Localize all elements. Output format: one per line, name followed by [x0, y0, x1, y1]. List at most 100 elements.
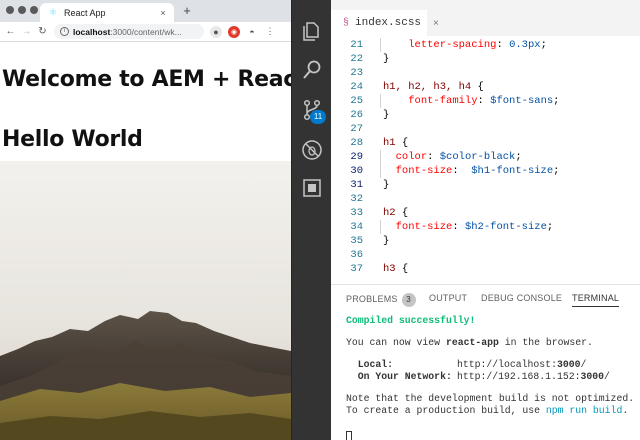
code-line[interactable]: 26}: [331, 108, 640, 122]
terminal-view-pre: You can now view: [346, 337, 446, 348]
code-line[interactable]: 31}: [331, 178, 640, 192]
editor-tab-index-scss[interactable]: § index.scss ×: [331, 10, 439, 36]
editor-tabbar: § index.scss ×: [331, 0, 640, 36]
line-number: 28: [350, 137, 363, 149]
indent-guide: [380, 220, 381, 234]
code-line[interactable]: 29 color: $color-black;: [331, 150, 640, 164]
network-url-port: 3000: [580, 371, 604, 382]
explorer-files-icon[interactable]: [300, 20, 324, 44]
line-number: 31: [350, 179, 363, 191]
line-number: 22: [350, 53, 363, 65]
browser-tab-react-app[interactable]: ⚛ React App ×: [40, 3, 174, 22]
local-url-post: /: [580, 359, 587, 370]
line-number: 34: [350, 221, 363, 233]
browser-window: ⚛ React App × + ← → ↻ i localhost :3000/…: [0, 0, 291, 440]
code-line[interactable]: 32: [331, 192, 640, 206]
panel-tab-terminal[interactable]: TERMINAL: [572, 293, 620, 307]
line-text: font-size: $h1-font-size;: [395, 165, 560, 177]
line-number: 21: [350, 39, 363, 51]
code-line[interactable]: 34 font-size: $h2-font-size;: [331, 220, 640, 234]
window-close-button[interactable]: [6, 6, 14, 14]
reload-icon[interactable]: ↻: [36, 25, 49, 39]
react-favicon-icon: ⚛: [48, 7, 58, 17]
url-host: localhost: [73, 26, 111, 37]
line-number: 24: [350, 81, 363, 93]
code-line[interactable]: 30 font-size: $h1-font-size;: [331, 164, 640, 178]
line-text: h1 {: [383, 137, 409, 149]
panel-tab-output[interactable]: OUTPUT: [429, 293, 467, 303]
terminal-network-url[interactable]: http://192.168.1.152:3000/: [457, 371, 610, 383]
indent-guide: [380, 164, 381, 178]
network-url-post: /: [604, 371, 610, 382]
forward-arrow-icon[interactable]: →: [20, 25, 33, 39]
line-text: font-size: $h2-font-size;: [395, 221, 554, 233]
code-line[interactable]: 28 h1 {: [331, 136, 640, 150]
npm-build-command: npm run build: [545, 405, 623, 416]
note2-pre: To create a production build, use: [346, 405, 546, 416]
problems-count-badge: 3: [401, 293, 416, 307]
extension-red-icon[interactable]: ◉: [228, 25, 240, 38]
browser-tabstrip: ⚛ React App × +: [0, 0, 291, 22]
code-line[interactable]: 25 font-family: $font-sans;: [331, 94, 640, 108]
code-line[interactable]: 23: [331, 66, 640, 80]
code-line[interactable]: 21 letter-spacing: 0.3px;: [331, 38, 640, 52]
back-arrow-icon[interactable]: ←: [4, 25, 17, 39]
tab-close-icon[interactable]: ×: [158, 8, 168, 18]
page-heading-welcome: Welcome to AEM + React: [2, 67, 291, 92]
network-url-pre: http://192.168.1.152:: [457, 371, 581, 382]
line-number: 36: [350, 249, 363, 261]
panel-tab-problems[interactable]: PROBLEMS 3: [346, 293, 416, 307]
extensions-icon[interactable]: [300, 176, 324, 200]
line-text: letter-spacing: 0.3px;: [408, 39, 547, 51]
panel-tabs: PROBLEMS 3 OUTPUT DEBUG CONSOLE TERMINAL: [331, 285, 640, 313]
terminal-app-name: react-app: [445, 337, 499, 348]
terminal-compiled-line: Compiled successfully!: [346, 315, 476, 326]
terminal-local-label: Local:: [346, 359, 394, 370]
panel-tab-problems-label: PROBLEMS: [346, 294, 398, 304]
extension-icon[interactable]: ●: [210, 25, 222, 38]
indent-guide: [380, 38, 381, 52]
line-text: }: [383, 235, 390, 247]
indent-guide: [380, 150, 381, 164]
url-path: :3000/content/wk...: [110, 26, 182, 37]
terminal-view-post: in the browser.: [498, 337, 593, 348]
site-info-icon[interactable]: i: [60, 27, 69, 36]
terminal-cursor: [346, 431, 352, 440]
window-minimize-button[interactable]: [18, 6, 26, 14]
code-line[interactable]: 37 h3 {: [331, 262, 640, 276]
search-icon[interactable]: [300, 58, 324, 82]
line-number: 26: [350, 109, 363, 121]
code-line[interactable]: 27: [331, 122, 640, 136]
line-text: }: [383, 109, 390, 121]
incognito-icon[interactable]: ◓: [246, 26, 258, 38]
editor-tab-filename: index.scss: [355, 17, 422, 29]
line-number: 35: [350, 235, 363, 247]
source-control-badge: 11: [310, 110, 326, 124]
code-line[interactable]: 24 h1, h2, h3, h4 {: [331, 80, 640, 94]
line-text: font-family: $font-sans;: [408, 95, 560, 107]
code-line[interactable]: 33 h2 {: [331, 206, 640, 220]
window-zoom-button[interactable]: [30, 6, 38, 14]
line-text: }: [383, 53, 390, 65]
line-number: 29: [350, 151, 363, 163]
code-line[interactable]: 22}: [331, 52, 640, 66]
line-text: h2 {: [383, 207, 409, 219]
terminal-local-url[interactable]: http://localhost:3000/: [457, 359, 586, 371]
code-line[interactable]: 36: [331, 248, 640, 262]
code-line[interactable]: 35}: [331, 234, 640, 248]
tab-close-icon[interactable]: ×: [433, 18, 439, 29]
debug-icon[interactable]: [300, 138, 324, 162]
indent-guide: [380, 94, 381, 108]
terminal-note-line-2: To create a production build, use npm ru…: [346, 405, 628, 417]
new-tab-button[interactable]: +: [180, 3, 194, 19]
line-number: 23: [350, 67, 363, 79]
menu-dots-icon[interactable]: ⋮: [264, 26, 276, 38]
line-text: color: $color-black;: [395, 151, 522, 163]
code-editor-window: 11 § index.scss × 21 letter-spacing: 0.3…: [291, 0, 640, 440]
line-text: h1, h2, h3, h4 {: [383, 81, 484, 93]
line-number: 30: [350, 165, 363, 177]
browser-tab-title: React App: [64, 7, 106, 18]
address-bar[interactable]: i localhost :3000/content/wk...: [54, 24, 204, 39]
terminal-network-label: On Your Network:: [346, 371, 452, 382]
panel-tab-debug-console[interactable]: DEBUG CONSOLE: [481, 293, 562, 303]
